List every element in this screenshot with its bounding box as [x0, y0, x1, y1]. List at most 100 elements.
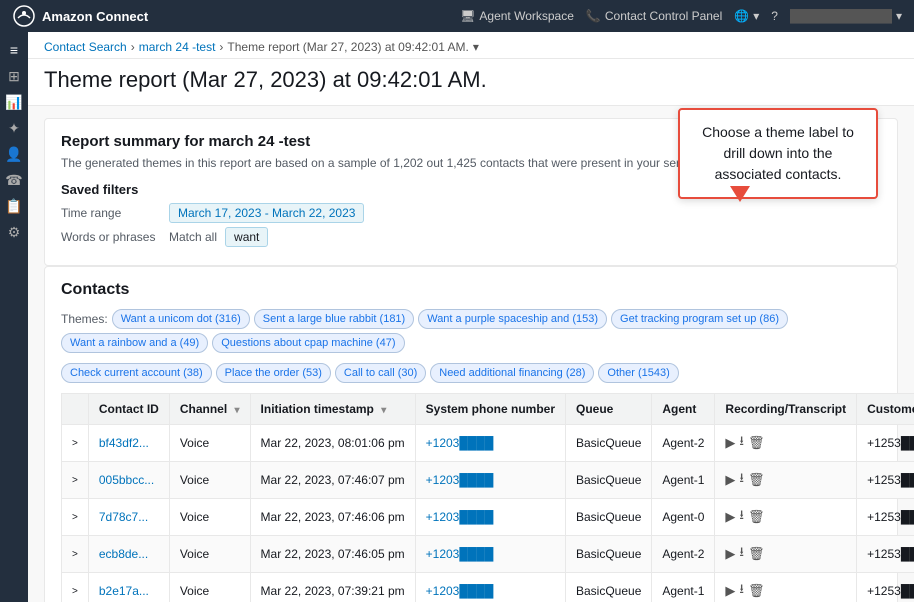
cell-expand-0[interactable]: > [62, 425, 89, 462]
theme-tag-5[interactable]: Questions about cpap machine (47) [212, 333, 404, 353]
contacts-section: Contacts Themes: Want a unicom dot (316)… [44, 266, 898, 602]
theme-tag-9[interactable]: Need additional financing (28) [430, 363, 594, 383]
th-cust-phone[interactable]: Customer phone number [857, 394, 914, 425]
cell-initiation-0: Mar 22, 2023, 08:01:06 pm [250, 425, 415, 462]
delete-icon-4[interactable]: 🗑 [748, 583, 765, 599]
breadcrumb-contact-search[interactable]: Contact Search [44, 40, 127, 54]
cell-agent-4: Agent-1 [652, 573, 715, 602]
breadcrumb: Contact Search › march 24 -test › Theme … [28, 32, 914, 59]
delete-icon-0[interactable]: 🗑 [748, 435, 765, 451]
th-contact-id[interactable]: Contact ID [88, 394, 169, 425]
user-menu-btn[interactable]: ████████████ ▾ [790, 9, 902, 23]
contact-control-panel-btn[interactable]: 📞 Contact Control Panel [586, 9, 722, 23]
cell-contact-id-0[interactable]: bf43df2... [88, 425, 169, 462]
theme-tag-2[interactable]: Want a purple spaceship and (153) [418, 309, 607, 329]
cell-expand-2[interactable]: > [62, 499, 89, 536]
play-icon-4[interactable]: ▶ [725, 583, 735, 599]
cell-agent-1: Agent-1 [652, 462, 715, 499]
theme-tag-7[interactable]: Place the order (53) [216, 363, 331, 383]
sidebar-icon-clipboard[interactable]: 📋 [4, 196, 24, 216]
cell-recording-3: ▶ ⭳ 🗑 [715, 536, 857, 573]
table-header-row: Contact ID Channel ▾ Initiation timestam… [62, 394, 914, 425]
table-row: > 7d78c7... Voice Mar 22, 2023, 07:46:06… [62, 499, 914, 536]
phone-icon: 📞 [586, 9, 601, 23]
th-queue[interactable]: Queue [566, 394, 652, 425]
cell-cust-phone-3: +1253████ [857, 536, 914, 573]
filter-row-words: Words or phrases Match all want [61, 227, 881, 247]
contacts-table: Contact ID Channel ▾ Initiation timestam… [61, 393, 914, 602]
cell-expand-3[interactable]: > [62, 536, 89, 573]
cell-contact-id-4[interactable]: b2e17a... [88, 573, 169, 602]
download-icon-1[interactable]: ⭳ [739, 469, 744, 491]
filter-tag-want: want [225, 227, 268, 247]
cell-channel-1: Voice [169, 462, 250, 499]
themes-row-2: Check current account (38) Place the ord… [61, 363, 881, 383]
download-icon-3[interactable]: ⭳ [739, 543, 744, 565]
cell-queue-1: BasicQueue [566, 462, 652, 499]
th-phone[interactable]: System phone number [415, 394, 565, 425]
cell-phone-3[interactable]: +1203████ [415, 536, 565, 573]
theme-tag-1[interactable]: Sent a large blue rabbit (181) [254, 309, 414, 329]
cell-phone-0[interactable]: +1203████ [415, 425, 565, 462]
theme-tag-8[interactable]: Call to call (30) [335, 363, 426, 383]
sidebar-icon-star[interactable]: ✦ [4, 118, 24, 138]
play-icon-3[interactable]: ▶ [725, 546, 735, 562]
sidebar-icon-phone[interactable]: ☎ [4, 170, 24, 190]
cell-phone-2[interactable]: +1203████ [415, 499, 565, 536]
sidebar-icon-settings[interactable]: ⚙ [4, 222, 24, 242]
download-icon-0[interactable]: ⭳ [739, 432, 744, 454]
help-btn[interactable]: ? [771, 9, 778, 23]
theme-tag-0[interactable]: Want a unicom dot (316) [112, 309, 250, 329]
sidebar-icon-user[interactable]: 👤 [4, 144, 24, 164]
delete-icon-2[interactable]: 🗑 [748, 509, 765, 525]
cell-initiation-4: Mar 22, 2023, 07:39:21 pm [250, 573, 415, 602]
theme-tag-6[interactable]: Check current account (38) [61, 363, 212, 383]
th-recording[interactable]: Recording/Transcript [715, 394, 857, 425]
cell-agent-2: Agent-0 [652, 499, 715, 536]
theme-tag-10[interactable]: Other (1543) [598, 363, 678, 383]
cell-agent-0: Agent-2 [652, 425, 715, 462]
table-row: > b2e17a... Voice Mar 22, 2023, 07:39:21… [62, 573, 914, 602]
cell-phone-1[interactable]: +1203████ [415, 462, 565, 499]
cell-queue-4: BasicQueue [566, 573, 652, 602]
breadcrumb-report-name[interactable]: march 24 -test [139, 40, 216, 54]
agent-workspace-btn[interactable]: 🖥 Agent Workspace [460, 9, 574, 23]
sidebar: ≡ ⊞ 📊 ✦ 👤 ☎ 📋 ⚙ [0, 32, 28, 602]
th-initiation[interactable]: Initiation timestamp ▾ [250, 394, 415, 425]
sort-icon-initiation: ▾ [381, 405, 386, 416]
cell-recording-1: ▶ ⭳ 🗑 [715, 462, 857, 499]
download-icon-2[interactable]: ⭳ [739, 506, 744, 528]
theme-tag-4[interactable]: Want a rainbow and a (49) [61, 333, 208, 353]
cell-expand-4[interactable]: > [62, 573, 89, 602]
theme-tag-3[interactable]: Get tracking program set up (86) [611, 309, 788, 329]
globe-btn[interactable]: 🌐 ▾ [734, 9, 759, 23]
sidebar-icon-chart[interactable]: 📊 [4, 92, 24, 112]
callout-box: Choose a theme label to drill down into … [678, 108, 878, 199]
play-icon-1[interactable]: ▶ [725, 472, 735, 488]
cell-recording-2: ▶ ⭳ 🗑 [715, 499, 857, 536]
cell-cust-phone-4: +1253████ [857, 573, 914, 602]
layout: ≡ ⊞ 📊 ✦ 👤 ☎ 📋 ⚙ Contact Search › march 2… [0, 32, 914, 602]
cell-contact-id-3[interactable]: ecb8de... [88, 536, 169, 573]
download-icon-4[interactable]: ⭳ [739, 580, 744, 602]
th-channel[interactable]: Channel ▾ [169, 394, 250, 425]
delete-icon-3[interactable]: 🗑 [748, 546, 765, 562]
play-icon-0[interactable]: ▶ [725, 435, 735, 451]
help-icon: ? [771, 9, 778, 23]
app-logo: Amazon Connect [12, 4, 148, 28]
cell-contact-id-2[interactable]: 7d78c7... [88, 499, 169, 536]
cell-contact-id-1[interactable]: 005bbcc... [88, 462, 169, 499]
cell-agent-3: Agent-2 [652, 536, 715, 573]
sort-icon-channel: ▾ [235, 405, 240, 416]
th-agent[interactable]: Agent [652, 394, 715, 425]
breadcrumb-dropdown-icon[interactable]: ▾ [473, 40, 479, 54]
cell-expand-1[interactable]: > [62, 462, 89, 499]
sidebar-icon-grid[interactable]: ⊞ [4, 66, 24, 86]
sidebar-icon-menu[interactable]: ≡ [4, 40, 24, 60]
delete-icon-1[interactable]: 🗑 [748, 472, 765, 488]
cell-phone-4[interactable]: +1203████ [415, 573, 565, 602]
play-icon-2[interactable]: ▶ [725, 509, 735, 525]
globe-icon: 🌐 [734, 9, 749, 23]
callout-arrow [730, 186, 750, 202]
filter-value-time: March 17, 2023 - March 22, 2023 [169, 203, 364, 223]
